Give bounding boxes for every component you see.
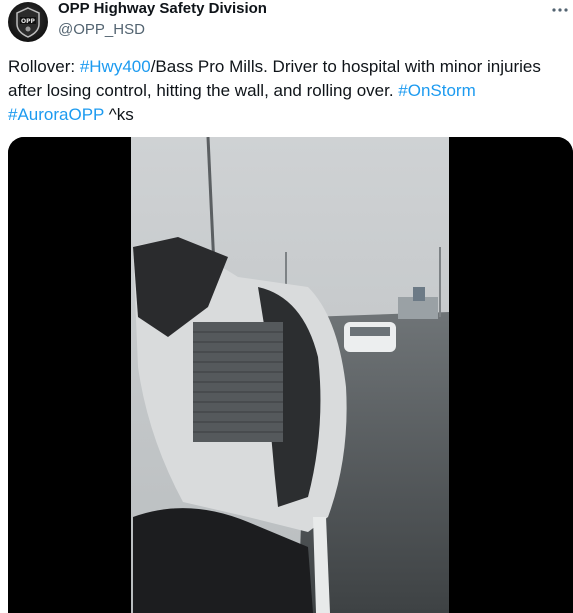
author-handle[interactable]: @OPP_HSD [58, 21, 145, 38]
opp-badge-icon: OPP [16, 7, 40, 38]
svg-text:OPP: OPP [21, 18, 35, 25]
tweet-header: OPP OPP Highway Safety Division @OPP_HSD [0, 0, 573, 50]
hashtag-hwy400[interactable]: #Hwy400 [80, 57, 151, 76]
opp-badge-avatar[interactable]: OPP [8, 2, 48, 42]
tweet-media-video[interactable] [8, 137, 573, 613]
more-horizontal-icon [552, 8, 568, 12]
video-thumbnail [8, 137, 573, 613]
tweet-text-segment: ^ks [104, 105, 134, 124]
author-display-name[interactable]: OPP Highway Safety Division [58, 0, 267, 17]
hashtag-onstorm[interactable]: #OnStorm [398, 81, 475, 100]
hashtag-auroraopp[interactable]: #AuroraOPP [8, 105, 104, 124]
tweet-text: Rollover: #Hwy400/Bass Pro Mills. Driver… [8, 55, 568, 127]
tweet-text-segment: Rollover: [8, 57, 80, 76]
more-options-button[interactable] [549, 2, 571, 18]
